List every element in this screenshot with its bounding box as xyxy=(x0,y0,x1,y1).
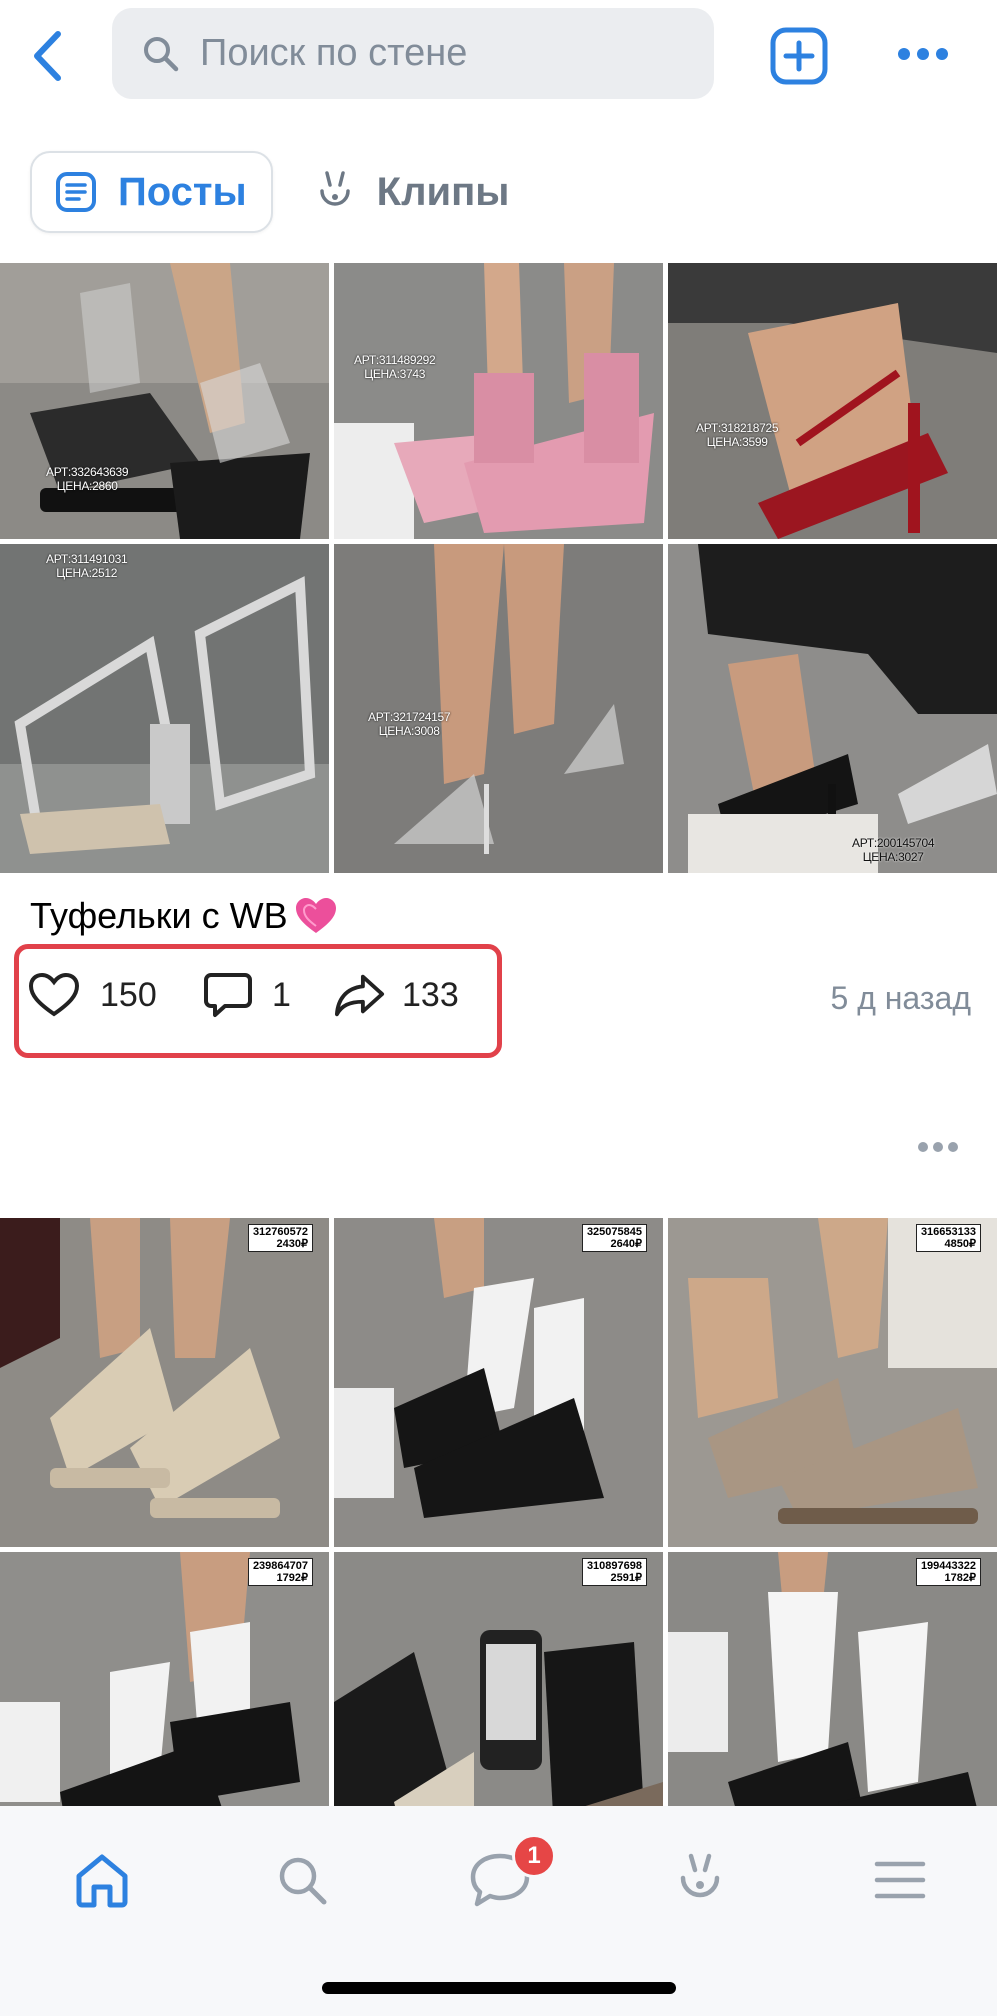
price-tag: АРТ:332643639 ЦЕНА:2860 xyxy=(46,465,129,493)
shoe-photo xyxy=(334,544,663,873)
price: 2591₽ xyxy=(610,1572,642,1584)
search-field[interactable] xyxy=(112,8,714,99)
price-tag: 199443322 1782₽ xyxy=(915,1558,981,1586)
post-photo[interactable]: 316653133 4850₽ xyxy=(668,1218,997,1547)
sparkling-heart-emoji-icon xyxy=(295,898,336,933)
more-options-button[interactable] xyxy=(892,36,954,72)
price-tag: АРТ:311489292 ЦЕНА:3743 xyxy=(354,353,436,381)
more-horizontal-icon xyxy=(918,1142,958,1152)
tab-posts-label: Посты xyxy=(118,169,247,214)
post-photo[interactable]: АРТ:200145704 ЦЕНА:3027 xyxy=(668,544,997,873)
post-time: 5 д назад xyxy=(830,980,972,1016)
post-photo[interactable]: 312760572 2430₽ xyxy=(0,1218,329,1547)
nav-menu[interactable] xyxy=(860,1840,940,1920)
tab-clips[interactable]: Клипы xyxy=(291,151,534,233)
comment-button[interactable]: 1 xyxy=(202,970,291,1020)
search-input[interactable] xyxy=(200,32,700,75)
add-post-button[interactable] xyxy=(770,27,828,85)
price-tag: 310897698 2591₽ xyxy=(581,1558,647,1586)
shoe-photo xyxy=(0,544,329,873)
post-photo-grid: 312760572 2430₽ 325075845 2640₽ 31665313… xyxy=(0,1218,997,1881)
price: 2640₽ xyxy=(610,1238,642,1250)
comment-count: 1 xyxy=(272,975,291,1014)
post-photo[interactable]: АРТ:311489292 ЦЕНА:3743 xyxy=(334,263,663,539)
article-number: АРТ:311489292 xyxy=(354,353,436,367)
like-count: 150 xyxy=(100,975,157,1014)
post-caption: Туфельки с WB xyxy=(30,895,338,937)
shoe-photo xyxy=(668,263,997,539)
share-arrow-icon xyxy=(334,970,386,1020)
heart-icon xyxy=(28,970,80,1020)
tab-clips-label: Клипы xyxy=(376,169,510,214)
post-more-button[interactable] xyxy=(916,1136,960,1158)
post-photo[interactable]: 325075845 2640₽ xyxy=(334,1218,663,1547)
price-tag: 325075845 2640₽ xyxy=(581,1224,647,1252)
chevron-left-icon xyxy=(34,31,61,81)
top-bar xyxy=(0,0,997,118)
article-number: АРТ:318218725 xyxy=(696,421,779,435)
wall-tabs: Посты Клипы xyxy=(30,150,533,234)
article-number: 310897698 xyxy=(586,1560,642,1572)
post-photo[interactable]: АРТ:318218725 ЦЕНА:3599 xyxy=(668,263,997,539)
price: 2430₽ xyxy=(276,1238,308,1250)
price: ЦЕНА:3008 xyxy=(378,724,440,738)
article-number: 325075845 xyxy=(586,1226,642,1238)
search-icon xyxy=(279,1857,327,1905)
search-icon xyxy=(142,34,182,74)
menu-icon xyxy=(874,1861,926,1899)
posts-icon xyxy=(54,170,98,214)
plus-square-icon xyxy=(770,27,828,85)
article-number: 312760572 xyxy=(252,1226,308,1238)
price: ЦЕНА:3027 xyxy=(862,850,924,864)
shoe-photo xyxy=(668,1218,997,1547)
price-tag: АРТ:311491031 ЦЕНА:2512 xyxy=(46,552,128,580)
share-button[interactable]: 133 xyxy=(334,970,459,1020)
price-tag: АРТ:200145704 ЦЕНА:3027 xyxy=(852,836,935,864)
shoe-photo xyxy=(334,1218,663,1547)
price: ЦЕНА:3599 xyxy=(706,435,768,449)
more-horizontal-icon xyxy=(898,48,948,60)
price-tag: 239864707 1792₽ xyxy=(247,1558,313,1586)
price-tag: 316653133 4850₽ xyxy=(915,1224,981,1252)
share-count: 133 xyxy=(402,975,459,1014)
post-photo[interactable]: АРТ:332643639 ЦЕНА:2860 xyxy=(0,263,329,539)
comment-icon xyxy=(202,970,254,1020)
price-tag: АРТ:321724157 ЦЕНА:3008 xyxy=(368,710,451,738)
price: 1792₽ xyxy=(276,1572,308,1584)
clips-icon xyxy=(680,1853,720,1898)
shoe-photo xyxy=(0,263,329,539)
price-tag: 312760572 2430₽ xyxy=(247,1224,313,1252)
price: ЦЕНА:3743 xyxy=(364,367,426,381)
article-number: АРТ:311491031 xyxy=(46,552,128,566)
article-number: АРТ:332643639 xyxy=(46,465,129,479)
article-number: 316653133 xyxy=(920,1226,976,1238)
tab-posts[interactable]: Посты xyxy=(30,151,273,233)
article-number: 239864707 xyxy=(252,1560,308,1572)
shoe-photo xyxy=(334,263,663,539)
shoe-photo xyxy=(668,544,997,873)
nav-clips[interactable] xyxy=(660,1840,740,1920)
nav-home[interactable] xyxy=(62,1840,142,1920)
post-photo[interactable]: АРТ:321724157 ЦЕНА:3008 xyxy=(334,544,663,873)
article-number: АРТ:200145704 xyxy=(852,836,935,850)
nav-search[interactable] xyxy=(262,1840,342,1920)
price: ЦЕНА:2860 xyxy=(56,479,118,493)
price: 4850₽ xyxy=(944,1238,976,1250)
back-button[interactable] xyxy=(24,28,70,84)
post-photo[interactable]: АРТ:311491031 ЦЕНА:2512 xyxy=(0,544,329,873)
article-number: АРТ:321724157 xyxy=(368,710,451,724)
shoe-photo xyxy=(0,1218,329,1547)
price: 1782₽ xyxy=(944,1572,976,1584)
price: ЦЕНА:2512 xyxy=(56,566,118,580)
home-indicator xyxy=(322,1982,676,1994)
post-caption-text: Туфельки с WB xyxy=(30,895,288,936)
home-icon xyxy=(76,1854,128,1908)
post-photo-grid: АРТ:332643639 ЦЕНА:2860 АРТ:311489292 ЦЕ… xyxy=(0,263,997,873)
messages-badge: 1 xyxy=(512,1834,556,1878)
article-number: 199443322 xyxy=(920,1560,976,1572)
like-button[interactable]: 150 xyxy=(28,970,157,1020)
clips-icon xyxy=(313,170,357,214)
price-tag: АРТ:318218725 ЦЕНА:3599 xyxy=(696,421,779,449)
